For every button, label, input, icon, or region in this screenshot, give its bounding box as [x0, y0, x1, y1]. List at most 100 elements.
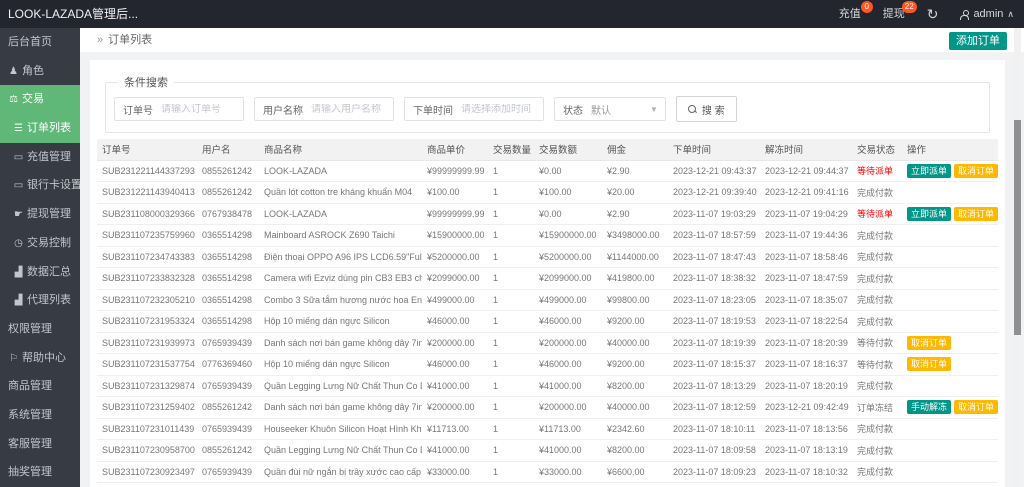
cancel-order-button[interactable]: 取消订单 [954, 206, 998, 221]
cell-id: SUB231107231259402 [97, 396, 197, 419]
cancel-order-button[interactable]: 取消订单 [954, 163, 998, 178]
status-badge: 完成付款 [857, 187, 894, 198]
person-icon [960, 9, 970, 20]
cell-actions [902, 439, 998, 462]
cell-id: SUB231107231939973 [97, 332, 197, 354]
user-name-input[interactable] [311, 103, 393, 115]
sidebar-item-product-mgmt[interactable]: 商品管理 [0, 372, 80, 401]
table-row: SUB231107230958700 0855261242 Quần Legging… [97, 439, 998, 462]
cell-amount: ¥41000.00 [534, 439, 602, 462]
cancel-order-button[interactable]: 取消订单 [954, 400, 998, 415]
cell-id: SUB231107230747660 [97, 482, 197, 487]
cell-user: 0767938478 [197, 203, 259, 225]
add-order-button[interactable]: 添加订单 [949, 32, 1007, 50]
sidebar-item-role[interactable]: ♟ 角色 [0, 57, 80, 86]
cell-price: ¥11713.00 [422, 482, 488, 487]
sidebar-item-order-list[interactable]: ☰ 订单列表 [0, 114, 80, 143]
cell-unfreeze-time: 2023-11-07 18:47:59 [760, 267, 852, 290]
cell-order-time: 2023-11-07 18:38:32 [668, 267, 760, 290]
dispatch-button[interactable]: 立即派单 [907, 163, 952, 178]
refresh-icon[interactable]: ↻ [927, 6, 939, 23]
sidebar-item-label: 客服管理 [8, 437, 52, 450]
sidebar-item-permission-mgmt[interactable]: 权限管理 [0, 315, 80, 344]
cell-id: SUB231107230958700 [97, 439, 197, 462]
withdraw-badge: 22 [901, 1, 917, 13]
cell-user: 0365514298 [197, 267, 259, 290]
cell-product: Quần lót cotton tre kháng khuẩn M04 [259, 181, 422, 204]
cell-order-time: 2023-11-07 18:07:47 [668, 482, 760, 487]
user-menu[interactable]: admin ∧ [960, 8, 1014, 20]
cell-price: ¥5200000.00 [422, 246, 488, 268]
vertical-scrollbar[interactable] [1014, 28, 1021, 487]
cell-qty: 1 [488, 418, 534, 440]
sidebar-item-label: 提现管理 [27, 208, 71, 221]
cell-product: Combo 3 Sữa tắm hương nước hoa Enchante [259, 289, 422, 311]
cell-actions [902, 224, 998, 247]
cell-unfreeze-time: 2023-11-07 18:20:19 [760, 375, 852, 397]
sidebar-item-data-summary[interactable]: ▟ 数据汇总 [0, 258, 80, 287]
status-badge: 完成付款 [857, 381, 894, 392]
cell-user: 0765939439 [197, 332, 259, 354]
sidebar-item-label: 后台首页 [8, 36, 52, 48]
withdraw-menu[interactable]: 提现 22 [882, 0, 917, 28]
cell-qty: 1 [488, 224, 534, 247]
cell-status: 等待付款 [852, 353, 902, 376]
cell-amount: ¥46000.00 [534, 310, 602, 333]
scrollbar-thumb[interactable] [1014, 120, 1021, 335]
cell-order-time: 2023-12-21 09:39:40 [668, 181, 760, 204]
orders-table: 订单号 用户名 商品名称 商品单价 交易数量 交易数额 佣金 下单时间 解冻时间 交易状态 操作 S… [97, 139, 998, 487]
sidebar-item-label: 订单列表 [27, 122, 71, 135]
sidebar-item-trade[interactable]: ⚖ 交易 [0, 85, 80, 115]
sidebar-item-withdraw-mgmt[interactable]: ☛ 提现管理 [0, 200, 80, 229]
cell-price: ¥15900000.00 [422, 224, 488, 247]
withdraw-label: 提现 [882, 8, 905, 20]
order-no-label: 订单号 [123, 105, 153, 117]
status-badge: 等待付款 [857, 338, 894, 349]
cell-price: ¥33000.00 [422, 461, 488, 483]
sidebar-item-label: 充值管理 [27, 150, 71, 163]
sidebar-item-lottery-mgmt[interactable]: 抽奖管理 [0, 458, 80, 487]
cell-actions [902, 418, 998, 440]
cell-unfreeze-time: 2023-11-07 19:44:36 [760, 224, 852, 247]
sidebar-item-home[interactable]: 后台首页 [0, 28, 80, 57]
dispatch-button[interactable]: 立即派单 [907, 206, 952, 221]
page-title: 订单列表 [108, 34, 153, 46]
status-select[interactable]: 状态 默认 ▼ [554, 97, 666, 121]
order-no-input[interactable] [161, 103, 243, 115]
table-row: SUB231107231939973 0765939439 Danh sách nơ… [97, 332, 998, 354]
sidebar-item-trade-control[interactable]: ◷ 交易控制 [0, 229, 80, 258]
cell-status: 完成付款 [852, 181, 902, 204]
cell-qty: 1 [488, 160, 534, 182]
cell-actions [902, 246, 998, 268]
cell-amount: ¥0.00 [534, 160, 602, 182]
cell-amount: ¥100.00 [534, 181, 602, 204]
cell-amount: ¥15900000.00 [534, 224, 602, 247]
cell-order-time: 2023-11-07 18:19:39 [668, 332, 760, 354]
card-icon: ▭ [13, 180, 24, 192]
cell-user: 0365514298 [197, 289, 259, 311]
cell-amount: ¥0.00 [534, 203, 602, 225]
cell-commission: ¥40000.00 [602, 396, 668, 419]
manual-unfreeze-button[interactable]: 手动解冻 [907, 400, 952, 415]
table-row: SUB2311072307476600855261242Houseeker Kh… [97, 482, 998, 487]
cell-actions [902, 482, 998, 487]
cell-qty: 1 [488, 203, 534, 225]
search-button[interactable]: 搜 索 [675, 96, 737, 122]
sidebar-item-recharge-mgmt[interactable]: ▭ 充值管理 [0, 143, 80, 172]
cell-id: SUB231107231537754 [97, 353, 197, 376]
cancel-order-button[interactable]: 取消订单 [907, 357, 952, 372]
cell-qty: 1 [488, 332, 534, 354]
sidebar-item-label: 数据汇总 [27, 265, 71, 278]
sidebar-item-service-mgmt[interactable]: 客服管理 [0, 430, 80, 459]
sidebar-item-help-center[interactable]: ⚐ 帮助中心 [0, 344, 80, 373]
recharge-menu[interactable]: 充值 0 [839, 0, 873, 28]
sidebar-item-agent-list[interactable]: ▟ 代理列表 [0, 286, 80, 315]
cancel-order-button[interactable]: 取消订单 [907, 335, 952, 350]
status-badge: 等待派单 [857, 166, 894, 177]
cell-qty: 1 [488, 310, 534, 333]
cell-id: SUB231108000329366 [97, 203, 197, 225]
order-time-input[interactable] [461, 103, 543, 115]
card-icon: ▭ [13, 151, 24, 163]
sidebar-item-bankcard-config[interactable]: ▭ 银行卡设置 [0, 171, 80, 200]
sidebar-item-system-mgmt[interactable]: 系统管理 [0, 401, 80, 430]
